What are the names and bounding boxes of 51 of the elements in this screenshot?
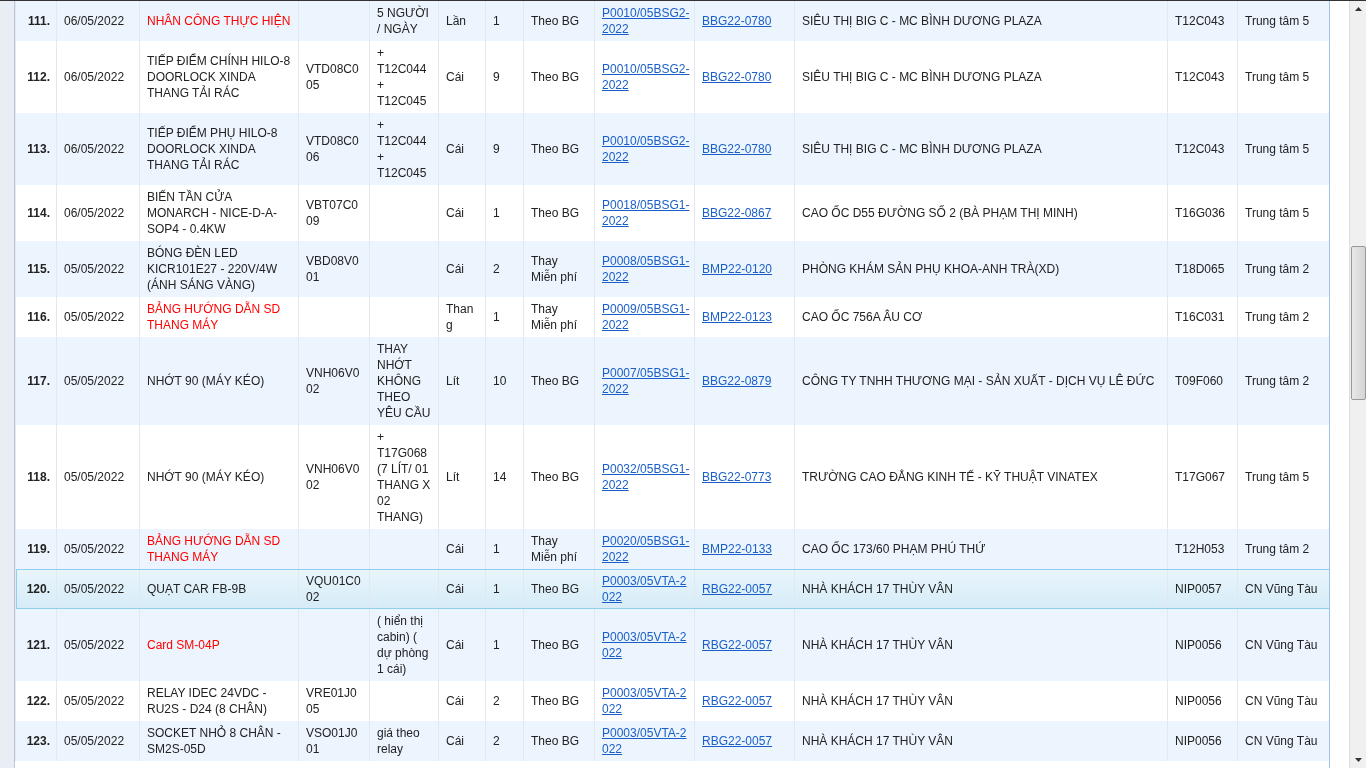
quote-link[interactable]: BMP22-0133 — [702, 541, 773, 557]
order-link[interactable]: P0009/05BSG1-2022 — [602, 301, 690, 333]
quote-link[interactable]: BBG22-0780 — [702, 141, 772, 157]
table-cell: VSO01J001 — [298, 721, 370, 761]
order-link[interactable]: P0008/05BSG1-2022 — [602, 253, 690, 285]
order-link[interactable]: P0010/05BSG2-2022 — [602, 5, 690, 37]
quote-link[interactable]: RBG22-0057 — [702, 693, 773, 709]
quote-link[interactable]: BMP22-0123 — [702, 309, 773, 325]
table-cell: 123. — [15, 721, 57, 761]
table-row[interactable]: 111. 06/05/2022 NHÂN CÔNG THỰC HIỆN 5 NGƯỜI / NGÀY Lần 1 Theo BG P0010/05BSG2-2022 BBG22-0780 SIÊU THỊ BIG C - MC BÌNH DƯƠNG PLAZA T12C043 Trung tâm 5 — [15, 1, 1329, 41]
table-row[interactable]: 112. 06/05/2022 TIẾP ĐIỂM CHÍNH HILO-8 DOORLOCK XINDA THANG TẢI RÁC VTD08C005 + T12C044 + T12C045 Cái 9 Theo BG P0010/05BSG2-2022 BBG22-0780 SIÊU THỊ BIG C - MC BÌNH DƯƠNG PLAZA T12C043 Trung tâm 5 — [15, 41, 1329, 113]
order-link[interactable]: P0032/05BSG1-2022 — [602, 461, 690, 493]
scrollbar[interactable] — [1349, 1, 1366, 768]
scroll-thumb[interactable] — [1351, 246, 1366, 400]
table-cell: Cái — [438, 721, 486, 761]
quote-link[interactable]: RBG22-0057 — [702, 581, 773, 597]
quote-link[interactable]: RBG22-0057 — [702, 733, 773, 749]
table-row[interactable]: 114. 06/05/2022 BIẾN TẦN CỬA MONARCH - NICE-D-A-SOP4 - 0.4KW VBT07C009 Cái 1 Theo BG P0018/05BSG1-2022 BBG22-0867 CAO ỐC D55 ĐƯỜNG SỐ 2 (BÀ PHẠM THỊ MINH) T16G036 Trung tâm 5 — [15, 185, 1329, 241]
quote-link[interactable]: BBG22-0879 — [702, 373, 772, 389]
table-row[interactable]: 116. 05/05/2022 BẢNG HƯỚNG DẪN SD THANG MÁY Thang 1 Thay Miễn phí P0009/05BSG1-2022 BMP22-0123 CAO ỐC 756A ÂU CƠ T16C031 Trung tâm 2 — [15, 297, 1329, 337]
quote-link[interactable]: BBG22-0867 — [702, 205, 772, 221]
table-cell: giá theo relay — [369, 721, 439, 761]
order-link[interactable]: P0018/05BSG1-2022 — [602, 197, 690, 229]
table-row[interactable]: 122. 05/05/2022 RELAY IDEC 24VDC - RU2S - D24 (8 CHÂN) VRE01J005 Cái 2 Theo BG P0003/05VTA-2022 RBG22-0057 NHÀ KHÁCH 17 THÙY VÂN NIP0056 CN Vũng Tàu — [15, 681, 1329, 721]
order-link[interactable]: P0003/05VTA-2022 — [602, 725, 690, 757]
table-cell: 05/05/2022 — [56, 721, 140, 761]
order-link[interactable]: P0003/05VTA-2022 — [602, 629, 690, 661]
table-cell: Theo BG — [523, 721, 595, 761]
order-link[interactable]: P0003/05VTA-2022 — [602, 573, 690, 605]
quote-link[interactable]: BMP22-0120 — [702, 261, 773, 277]
table-cell: NHÀ KHÁCH 17 THÙY VÂN — [794, 721, 1168, 761]
table-row[interactable]: 123. 05/05/2022 SOCKET NHỎ 8 CHÂN - SM2S-05D VSO01J001 giá theo relay Cái 2 Theo BG P0003/05VTA-2022 RBG22-0057 NHÀ KHÁCH 17 THÙY VÂN NIP0056 CN Vũng Tàu — [15, 721, 1329, 761]
table-cell: NIP0056 — [1167, 721, 1238, 761]
table-row[interactable]: 113. 06/05/2022 TIẾP ĐIỂM PHỤ HILO-8 DOORLOCK XINDA THANG TẢI RÁC VTD08C006 + T12C044 + T12C045 Cái 9 Theo BG P0010/05BSG2-2022 BBG22-0780 SIÊU THỊ BIG C - MC BÌNH DƯƠNG PLAZA T12C043 Trung tâm 5 — [15, 113, 1329, 185]
order-link[interactable]: P0007/05BSG1-2022 — [602, 365, 690, 397]
table-row[interactable]: 115. 05/05/2022 BÓNG ĐÈN LED KICR101E27 - 220V/4W (ÁNH SÁNG VÀNG) VBD08V001 Cái 2 Thay Miễn phí P0008/05BSG1-2022 BMP22-0120 PHÒNG KHÁM SẢN PHỤ KHOA-ANH TRÀ(XD) T18D065 Trung tâm 2 — [15, 241, 1329, 297]
table-row[interactable]: 121. 05/05/2022 Card SM-04P ( hiển thị cabin) ( dự phòng 1 cái) Cái 1 Theo BG P0003/05VTA-2022 RBG22-0057 NHÀ KHÁCH 17 THÙY VÂN NIP0056 CN Vũng Tàu — [15, 609, 1329, 681]
table-row[interactable]: 117. 05/05/2022 NHỚT 90 (MÁY KÉO) VNH06V002 THAY NHỚT KHÔNG THEO YÊU CẦU Lít 10 Theo BG P0007/05BSG1-2022 BBG22-0879 CÔNG TY TNHH THƯƠNG MẠI - SẢN XUẤT - DỊCH VỤ LÊ ĐỨC T09F060 Trung tâm 2 — [15, 337, 1329, 425]
table-cell: 2 — [485, 721, 524, 761]
table-cell: SOCKET NHỎ 8 CHÂN - SM2S-05D — [139, 721, 299, 761]
order-link[interactable]: P0020/05BSG1-2022 — [602, 533, 690, 565]
order-link[interactable]: P0010/05BSG2-2022 — [602, 61, 690, 93]
quote-link[interactable]: BBG22-0780 — [702, 69, 772, 85]
table-row[interactable]: 119. 05/05/2022 BẢNG HƯỚNG DẪN SD THANG MÁY Cái 1 Thay Miễn phí P0020/05BSG1-2022 BMP22-0133 CAO ỐC 173/60 PHẠM PHÚ THỨ T12H053 Trung tâm 2 — [15, 529, 1329, 569]
quote-link[interactable]: RBG22-0057 — [702, 637, 773, 653]
table-row[interactable]: 118. 05/05/2022 NHỚT 90 (MÁY KÉO) VNH06V002 + T17G068 (7 LÍT/ 01 THANG X 02 THANG) Lít 14 Theo BG P0032/05BSG1-2022 BBG22-0773 TRƯỜNG CAO ĐẲNG KINH TẾ - KỸ THUẬT VINATEX T17G067 Trung tâm 5 — [15, 425, 1329, 529]
quote-link[interactable]: BBG22-0780 — [702, 13, 772, 29]
quote-link[interactable]: BBG22-0773 — [702, 469, 772, 485]
order-link[interactable]: P0010/05BSG2-2022 — [602, 133, 690, 165]
table-row[interactable]: 120. 05/05/2022 QUẠT CAR FB-9B VQU01C002 Cái 1 Theo BG P0003/05VTA-2022 RBG22-0057 NHÀ KHÁCH 17 THÙY VÂN NIP0057 CN Vũng Tàu — [15, 569, 1329, 609]
order-link[interactable]: P0003/05VTA-2022 — [602, 685, 690, 717]
